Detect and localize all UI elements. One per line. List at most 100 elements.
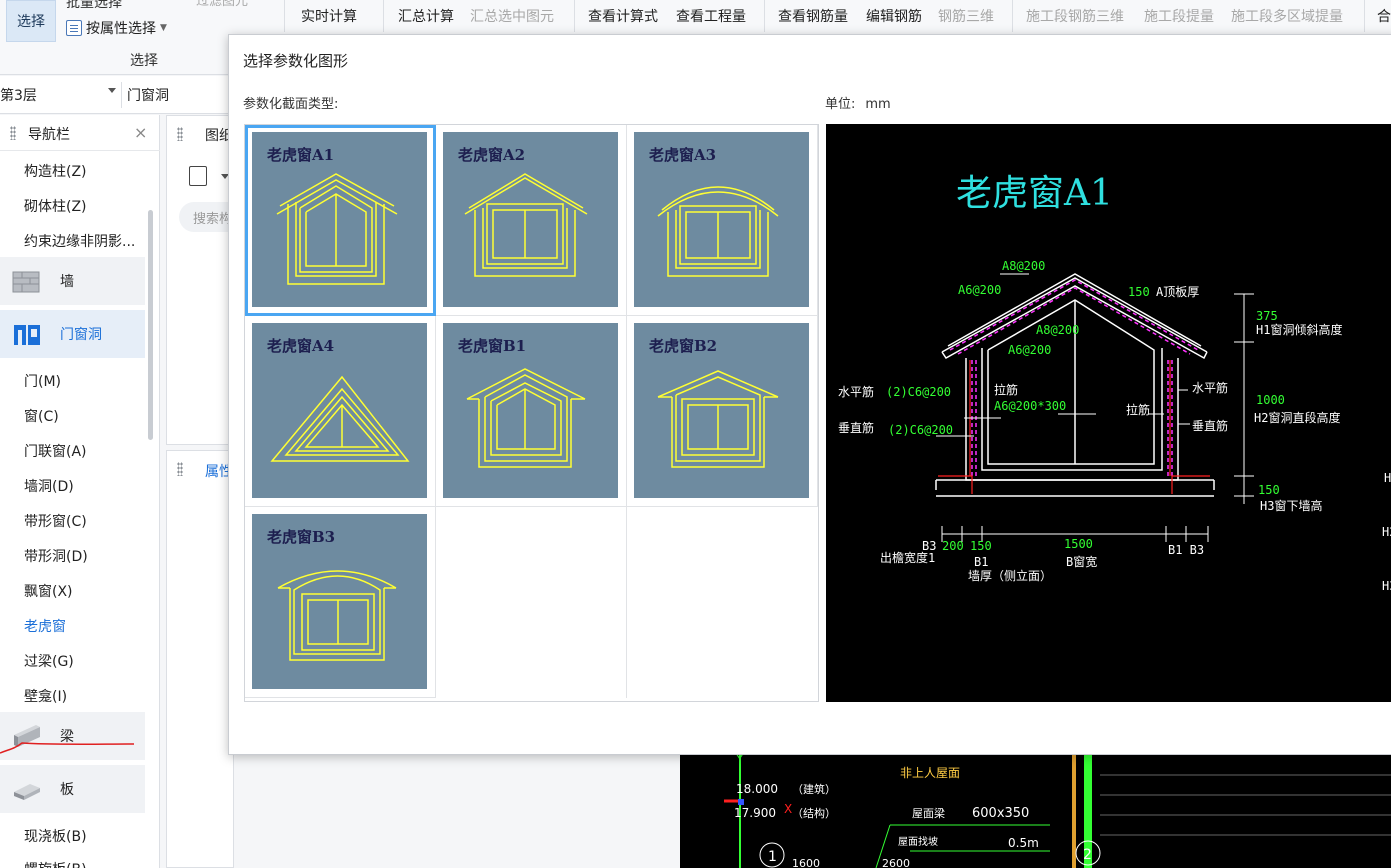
drawing-panel: 图纸 搜索构 <box>166 115 259 445</box>
nav-item-cast-slab[interactable]: 现浇板(B) <box>24 826 87 846</box>
new-file-icon[interactable] <box>189 166 207 186</box>
nav-item-constructional-column[interactable]: 构造柱(Z) <box>24 161 87 181</box>
cad-axis-x: X <box>784 802 792 816</box>
filter-elements-button[interactable]: 过滤图元 <box>196 0 248 9</box>
nav-item-dormer-window[interactable]: 老虎窗 <box>24 616 66 636</box>
nav-category-slab[interactable]: 板 <box>0 765 145 813</box>
cad-axis-label-2: 2 <box>1083 847 1092 863</box>
close-icon[interactable]: × <box>134 123 147 142</box>
nav-item-strip-opening[interactable]: 带形洞(D) <box>24 546 88 566</box>
pv-label-tie-val: A6@200*300 <box>994 399 1066 413</box>
ribbon-divider <box>284 0 285 32</box>
nav-item-masonry-column[interactable]: 砌体柱(Z) <box>24 196 87 216</box>
shape-thumbnail: 老虎窗A2 <box>443 132 618 307</box>
door-frame-icon <box>14 325 40 345</box>
pv-label-tie: 拉筋 <box>994 382 1018 397</box>
view-rebar-button[interactable]: 查看钢筋量 <box>778 6 848 26</box>
pv-label-horiz-l: 水平筋 <box>838 384 874 399</box>
nav-item-door-window[interactable]: 门联窗(A) <box>24 441 87 461</box>
shape-thumbnail: 老虎窗B2 <box>634 323 809 498</box>
edit-rebar-button[interactable]: 编辑钢筋 <box>866 6 922 26</box>
nav-category-wall[interactable]: 墙 <box>0 257 145 305</box>
drag-grip-icon[interactable] <box>177 127 183 141</box>
shape-label: 老虎窗A2 <box>458 146 526 164</box>
cad-slope-label: 屋面找坡 <box>898 835 938 848</box>
cad-beam-size: 600x350 <box>972 806 1029 821</box>
view-quantity-button[interactable]: 查看工程量 <box>676 6 746 26</box>
attr-select-button[interactable]: 按属性选择 ▼ <box>66 18 167 38</box>
nav-item-wall-opening[interactable]: 墙洞(D) <box>24 476 74 496</box>
cad-level-2: 17.900 <box>734 806 776 820</box>
annotation-underline <box>0 742 135 754</box>
shape-option-b3[interactable]: 老虎窗B3 <box>245 507 436 698</box>
batch-select-button[interactable]: 批量选择 <box>66 0 122 12</box>
nav-category-door-window[interactable]: 门窗洞 <box>0 310 145 358</box>
shape-thumbnail: 老虎窗A1 <box>252 132 427 307</box>
stage-quantity-button[interactable]: 施工段提量 <box>1144 6 1214 26</box>
cad-drawing-area[interactable]: Y X 18.000 17.900 （建筑） （结构） 非上人屋面 屋面梁 60… <box>680 755 1391 868</box>
pv-label-b1b3-r: B1 B3 <box>1168 543 1204 557</box>
pv-label-b1: B1 <box>974 555 988 569</box>
shape-option-a3[interactable]: 老虎窗A3 <box>627 125 818 316</box>
cad-axis-y: Y <box>735 755 744 766</box>
pv-label-150: 150 <box>970 539 992 553</box>
cad-dim-2: 2600 <box>882 857 910 868</box>
unit-label-text: 单位: <box>825 97 856 112</box>
pv-label-slab-thk-val: 150 <box>1128 285 1150 299</box>
nav-item-window[interactable]: 窗(C) <box>24 406 59 426</box>
nav-item-lintel[interactable]: 过梁(G) <box>24 651 74 671</box>
cad-slope-val: 0.5m <box>1008 836 1039 850</box>
pv-label-wall-thk: 墙厚（侧立面） <box>968 568 1052 583</box>
shape-label: 老虎窗A1 <box>267 146 335 164</box>
nav-item-spiral-slab[interactable]: 螺旋板(B) <box>24 859 87 868</box>
pv-label-a6-mid: A6@200 <box>1008 343 1051 357</box>
component-type-select[interactable]: 门窗洞 <box>127 85 169 105</box>
select-button[interactable]: 选择 <box>6 0 56 42</box>
shape-thumbnail: 老虎窗B3 <box>252 514 427 689</box>
merge-button[interactable]: 合 <box>1377 6 1391 26</box>
floor-select[interactable]: 第3层 <box>0 85 37 105</box>
cad-drawing: Y X 18.000 17.900 （建筑） （结构） 非上人屋面 屋面梁 60… <box>724 755 1391 868</box>
dialog-title: 选择参数化图形 <box>243 52 349 70</box>
nav-category-label: 墙 <box>60 274 74 290</box>
attr-select-label: 按属性选择 <box>86 21 156 37</box>
unit-value: mm <box>865 97 891 112</box>
nav-item-niche[interactable]: 壁龛(I) <box>24 686 67 706</box>
shape-option-a4[interactable]: 老虎窗A4 <box>245 316 436 507</box>
view-formula-button[interactable]: 查看计算式 <box>588 6 658 26</box>
summary-selected-button[interactable]: 汇总选中图元 <box>470 6 554 26</box>
slab-icon <box>14 784 40 800</box>
ribbon-divider <box>574 0 575 32</box>
list-filter-icon <box>66 20 82 36</box>
pv-label-vert-l-val: (2)C6@200 <box>888 423 953 437</box>
nav-item-strip-window[interactable]: 带形窗(C) <box>24 511 87 531</box>
rebar-3d-button[interactable]: 钢筋三维 <box>938 6 994 26</box>
stage-rebar-3d-button[interactable]: 施工段钢筋三维 <box>1026 6 1124 26</box>
ribbon-divider <box>764 0 765 32</box>
shape-option-b2[interactable]: 老虎窗B2 <box>627 316 818 507</box>
drag-grip-icon[interactable] <box>177 462 183 476</box>
chevron-down-icon[interactable] <box>108 88 116 93</box>
nav-item-bay-window[interactable]: 飘窗(X) <box>24 581 73 601</box>
drag-grip-icon[interactable] <box>10 126 16 140</box>
realtime-calc-button[interactable]: 实时计算 <box>301 6 357 26</box>
pv-label-a8-top: A8@200 <box>1002 259 1045 273</box>
pv-label-b-width: B窗宽 <box>1066 554 1097 569</box>
shape-option-a2[interactable]: 老虎窗A2 <box>436 125 627 316</box>
pv-label-h2: H2窗洞直段高度 <box>1254 410 1340 425</box>
cad-roof-label: 非上人屋面 <box>900 766 960 780</box>
pv-label-h-edge-3: H3 <box>1382 579 1391 593</box>
summary-calc-button[interactable]: 汇总计算 <box>398 6 454 26</box>
stage-multi-area-button[interactable]: 施工段多区域提量 <box>1231 6 1343 26</box>
shape-option-b1[interactable]: 老虎窗B1 <box>436 316 627 507</box>
shape-label: 老虎窗B2 <box>649 337 718 355</box>
nav-item-door[interactable]: 门(M) <box>24 371 61 391</box>
nav-item-edge-constraint[interactable]: 约束边缘非阴影... <box>24 231 135 251</box>
shape-option-a1[interactable]: 老虎窗A1 <box>245 125 436 316</box>
pv-label-vert-l: 垂直筋 <box>838 420 874 435</box>
shape-thumbnail: 老虎窗B1 <box>443 323 618 498</box>
shape-label: 老虎窗A3 <box>649 146 717 164</box>
pv-label-h1: H1窗洞倾斜高度 <box>1256 322 1342 337</box>
pv-label-a6-left: A6@200 <box>958 283 1001 297</box>
nav-scrollbar[interactable] <box>148 210 153 440</box>
